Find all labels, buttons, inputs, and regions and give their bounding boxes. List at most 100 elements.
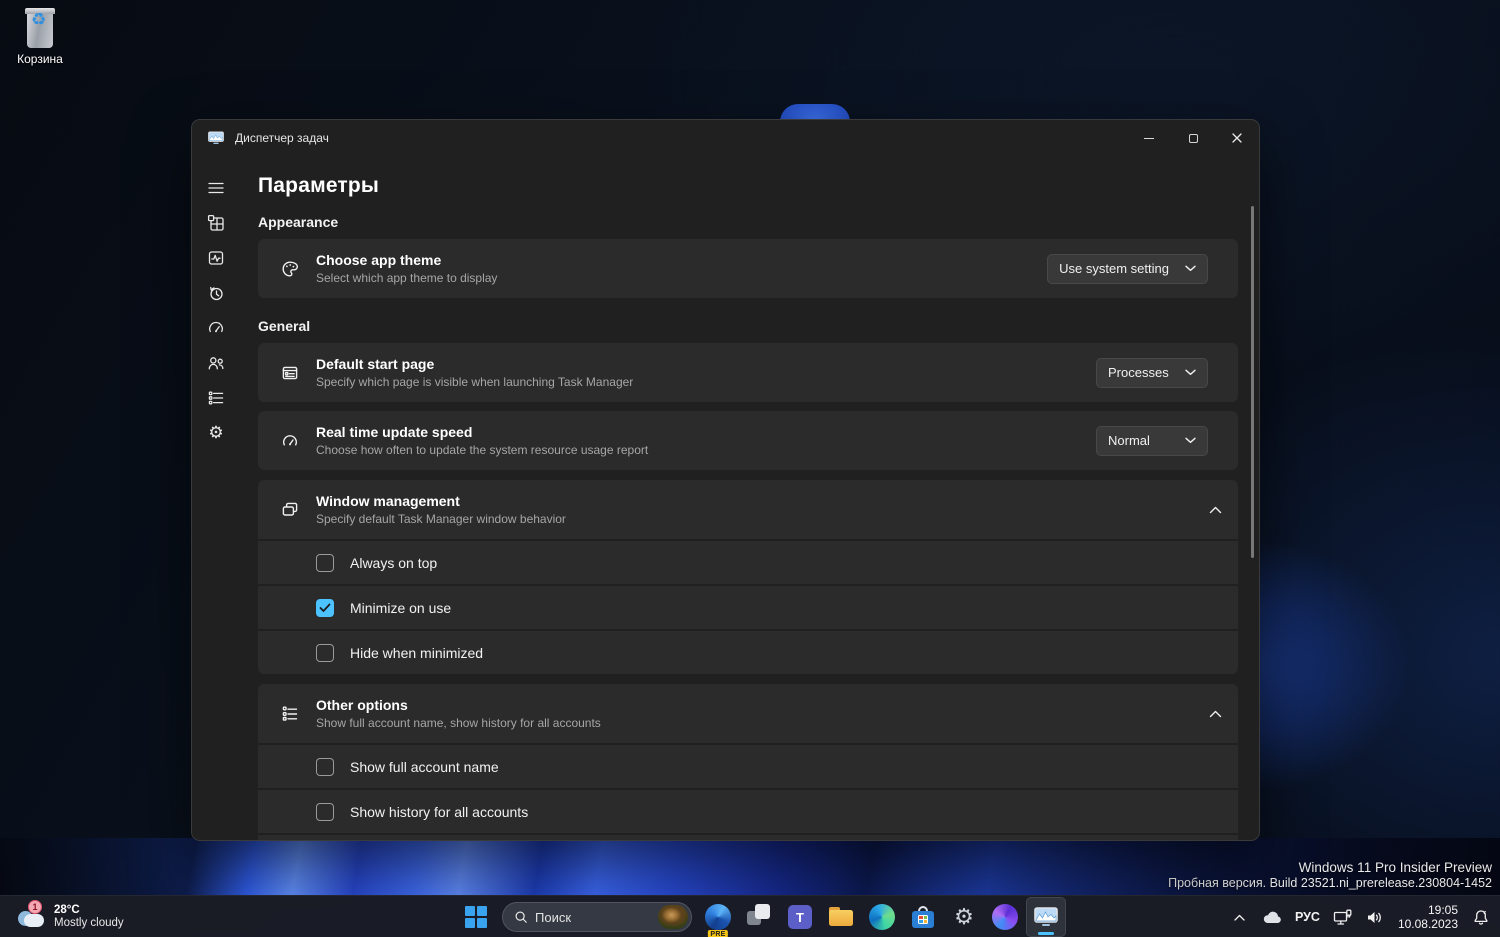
titlebar[interactable]: Диспетчер задач xyxy=(192,120,1259,156)
chevron-down-icon xyxy=(1185,265,1196,271)
performance-icon xyxy=(208,250,224,265)
theme-title: Choose app theme xyxy=(316,252,442,268)
taskbar-app-dev-home[interactable] xyxy=(985,897,1025,937)
weather-widget[interactable]: 1 28°C Mostly cloudy xyxy=(10,896,130,937)
maximize-icon xyxy=(1188,133,1198,143)
sidebar-item-services[interactable]: ⚙ xyxy=(199,415,233,450)
window-management-title: Window management xyxy=(316,493,460,509)
window-management-subtitle: Specify default Task Manager window beha… xyxy=(316,512,566,526)
search-icon xyxy=(515,911,527,923)
show-full-account-name-checkbox[interactable] xyxy=(316,757,334,776)
maximize-button[interactable] xyxy=(1171,120,1215,156)
overlapping-windows-icon xyxy=(282,502,298,516)
taskbar-app-task-manager[interactable] xyxy=(1026,897,1066,937)
onedrive-cloud-icon xyxy=(1263,911,1281,924)
taskbar-app-teams[interactable]: T xyxy=(780,897,820,937)
hamburger-menu-button[interactable] xyxy=(199,170,233,205)
task-manager-window: Диспетчер задач ⚙ Параметры Appearance C… xyxy=(191,119,1260,841)
file-explorer-icon xyxy=(829,907,853,927)
close-icon xyxy=(1232,133,1242,143)
chevron-up-icon[interactable] xyxy=(1209,709,1222,718)
tray-network[interactable] xyxy=(1330,902,1356,932)
search-placeholder: Поиск xyxy=(535,909,572,925)
list-bullets-icon xyxy=(282,706,298,721)
sidebar-item-performance[interactable] xyxy=(199,240,233,275)
update-speed-dropdown[interactable]: Normal xyxy=(1096,425,1208,456)
tray-language-indicator[interactable]: РУС xyxy=(1291,910,1324,924)
minimize-on-use-checkbox[interactable] xyxy=(316,598,334,617)
section-general: General xyxy=(258,318,311,334)
watermark-line1: Windows 11 Pro Insider Preview xyxy=(1298,860,1492,875)
window-management-header[interactable]: Window management Specify default Task M… xyxy=(258,480,1238,539)
sidebar-item-users[interactable] xyxy=(199,345,233,380)
taskbar-app-settings[interactable]: ⚙ xyxy=(944,897,984,937)
notification-count-badge: 1 xyxy=(28,900,42,914)
option-always-on-top[interactable]: Always on top xyxy=(258,541,1238,584)
minimize-button[interactable] xyxy=(1127,120,1171,156)
recycle-bin-icon xyxy=(23,8,57,48)
notification-bell-icon: z xyxy=(1474,910,1488,925)
taskbar-app-store[interactable] xyxy=(903,897,943,937)
watermark-line2: Пробная версия. Build 23521.ni_prereleas… xyxy=(1168,876,1492,890)
tray-time: 19:05 xyxy=(1427,903,1458,917)
section-appearance: Appearance xyxy=(258,214,339,230)
start-button[interactable] xyxy=(456,897,496,937)
settings-icon: ⚙ xyxy=(954,904,974,929)
card-default-start-page: Default start page Specify which page is… xyxy=(258,343,1238,402)
dev-home-icon xyxy=(992,904,1018,930)
weather-cloud-icon: 1 xyxy=(16,900,46,929)
other-options-title: Other options xyxy=(316,697,408,713)
minimize-icon xyxy=(1144,137,1154,139)
settings-content: Параметры Appearance Choose app theme Se… xyxy=(240,156,1259,840)
app-history-icon xyxy=(210,286,223,300)
start-page-dropdown[interactable]: Processes xyxy=(1096,357,1208,388)
close-button[interactable] xyxy=(1215,120,1259,156)
sidebar-item-startup-apps[interactable] xyxy=(199,310,233,345)
option-show-full-account-name[interactable]: Show full account name xyxy=(258,745,1238,788)
sidebar-item-details[interactable] xyxy=(199,380,233,415)
tray-clock[interactable]: 19:05 10.08.2023 xyxy=(1394,903,1462,931)
gauge-icon xyxy=(283,434,297,445)
store-icon xyxy=(912,906,934,928)
weather-temperature: 28°C xyxy=(54,904,80,916)
card-other-options: Other options Show full account name, sh… xyxy=(258,684,1238,840)
sidebar-item-processes[interactable] xyxy=(199,205,233,240)
hide-when-minimized-label: Hide when minimized xyxy=(350,644,484,661)
search-input[interactable]: Поиск xyxy=(502,902,692,932)
show-full-account-name-label: Show full account name xyxy=(350,758,499,775)
processes-icon xyxy=(207,214,224,231)
tray-onedrive[interactable] xyxy=(1259,902,1285,932)
taskbar-app-insider-pre[interactable]: PRE xyxy=(698,897,738,937)
chevron-up-icon[interactable] xyxy=(1209,505,1222,514)
other-options-header[interactable]: Other options Show full account name, sh… xyxy=(258,684,1238,743)
volume-icon xyxy=(1367,911,1381,923)
check-icon xyxy=(319,603,331,612)
palette-icon xyxy=(282,261,298,276)
tray-volume[interactable] xyxy=(1362,902,1388,932)
active-app-indicator xyxy=(1038,932,1054,935)
recycle-bin[interactable]: Корзина xyxy=(8,8,72,66)
show-history-all-accounts-checkbox[interactable] xyxy=(316,802,334,821)
update-speed-dropdown-value: Normal xyxy=(1108,433,1150,448)
tray-date: 10.08.2023 xyxy=(1397,917,1458,931)
users-icon xyxy=(208,356,224,369)
tray-show-hidden-icons[interactable] xyxy=(1227,902,1253,932)
option-minimize-on-use[interactable]: Minimize on use xyxy=(258,586,1238,629)
taskbar-app-file-explorer[interactable] xyxy=(821,897,861,937)
sidebar-item-app-history[interactable] xyxy=(199,275,233,310)
hide-when-minimized-checkbox[interactable] xyxy=(316,643,334,662)
option-hide-when-minimized[interactable]: Hide when minimized xyxy=(258,631,1238,674)
start-page-dropdown-value: Processes xyxy=(1108,365,1169,380)
taskbar-app-snip[interactable] xyxy=(739,897,779,937)
task-manager-app-icon xyxy=(208,131,224,144)
taskbar-app-edge[interactable] xyxy=(862,897,902,937)
theme-dropdown[interactable]: Use system setting xyxy=(1047,253,1208,284)
card-choose-app-theme: Choose app theme Select which app theme … xyxy=(258,239,1238,298)
search-highlight-image xyxy=(658,905,688,929)
update-speed-title: Real time update speed xyxy=(316,424,473,440)
update-speed-subtitle: Choose how often to update the system re… xyxy=(316,443,649,457)
option-show-history-all-accounts[interactable]: Show history for all accounts xyxy=(258,790,1238,833)
tray-notifications[interactable]: z xyxy=(1468,902,1494,932)
scrollbar-thumb[interactable] xyxy=(1251,206,1254,558)
always-on-top-checkbox[interactable] xyxy=(316,553,334,572)
